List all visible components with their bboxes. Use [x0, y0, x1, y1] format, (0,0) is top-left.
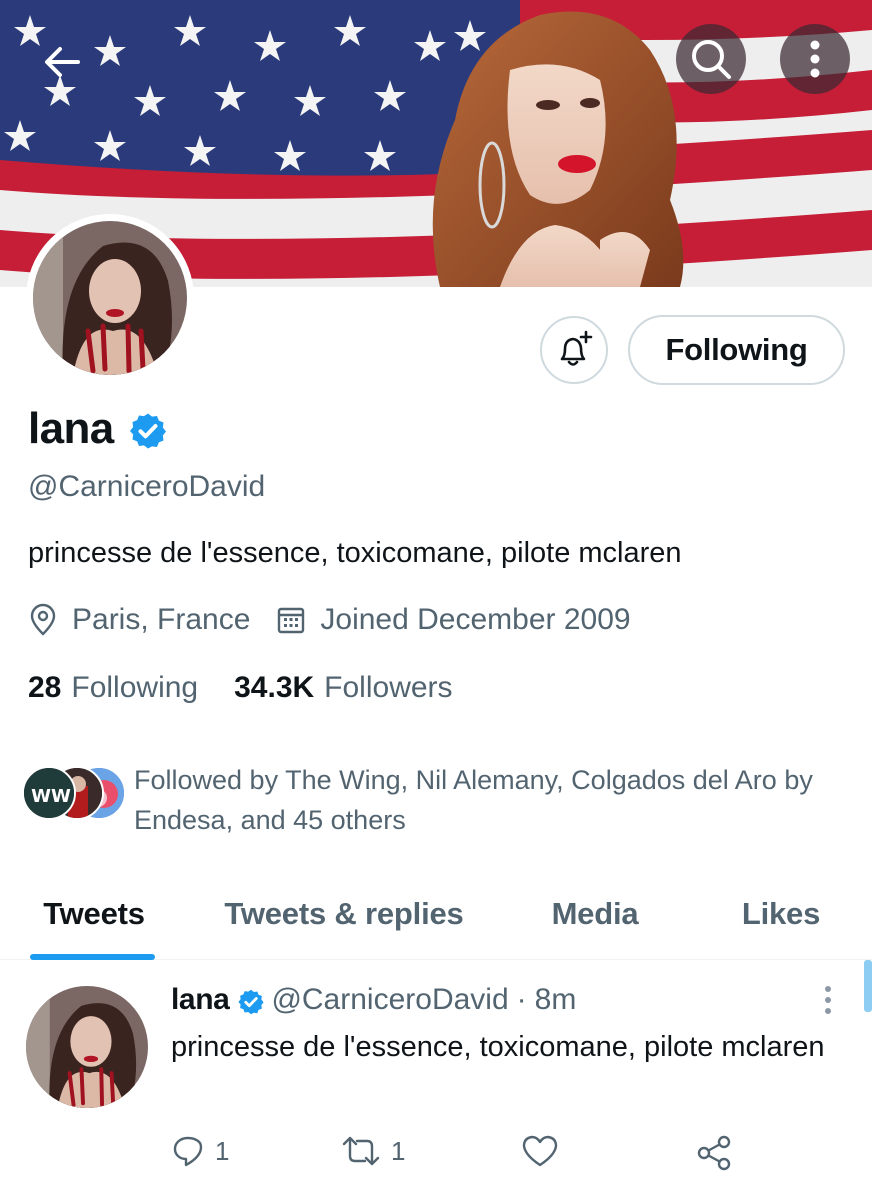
active-tab-indicator: [30, 954, 155, 960]
search-button[interactable]: [676, 24, 746, 94]
reply-icon: [173, 1136, 203, 1167]
retweet-button[interactable]: 1: [341, 1134, 405, 1168]
tab-label: Media: [551, 896, 639, 931]
tweet-text: princesse de l'essence, toxicomane, pilo…: [171, 1031, 825, 1063]
follow-counts: 28 Following 34.3K Followers: [28, 671, 453, 705]
tab-tweets-replies[interactable]: Tweets & replies: [188, 868, 500, 960]
followers-count-link[interactable]: 34.3K Followers: [234, 671, 452, 705]
arrow-left-icon: [45, 47, 80, 77]
profile-tabs: Tweets Tweets & replies Media Likes: [0, 868, 872, 960]
profile-bio: princesse de l'essence, toxicomane, pilo…: [28, 537, 682, 569]
avatar-image: [33, 221, 187, 375]
bell-plus-icon: [560, 330, 593, 366]
share-icon: [697, 1135, 731, 1171]
retweet-icon: [342, 1136, 380, 1166]
share-button[interactable]: [695, 1134, 733, 1172]
following-button[interactable]: Following: [628, 315, 845, 385]
avatar-image: [26, 986, 148, 1108]
more-vertical-icon: [825, 986, 831, 1014]
tab-label: Likes: [741, 896, 821, 931]
following-label: Following: [71, 671, 199, 704]
reply-count: 1: [215, 1135, 230, 1166]
tweet-author-handle[interactable]: @CarniceroDavid: [271, 983, 508, 1017]
tweet-separator: ·: [516, 983, 527, 1016]
followers-count: 34.3K: [234, 671, 315, 704]
tab-tweets[interactable]: Tweets: [0, 868, 188, 960]
location-text: Paris, France: [72, 603, 251, 636]
retweet-count: 1: [391, 1135, 406, 1166]
join-date-text: Joined December 2009: [320, 603, 631, 636]
tab-label: Tweets: [43, 896, 145, 931]
followers-label: Followers: [324, 671, 453, 704]
the-wing-logo-text: WW: [31, 786, 71, 807]
profile-handle: @CarniceroDavid: [28, 470, 266, 503]
location-pin-icon: [30, 603, 56, 636]
tweet-author-name[interactable]: lana: [171, 983, 230, 1017]
tweet-timestamp[interactable]: 8m: [535, 983, 577, 1017]
followed-by-text: Followed by The Wing, Nil Alemany, Colga…: [134, 765, 813, 835]
followed-by[interactable]: WW Followed by The Wing, Nil Alemany, Co…: [22, 760, 834, 840]
reply-button[interactable]: 1: [171, 1134, 229, 1168]
following-count-link[interactable]: 28 Following: [28, 671, 198, 705]
verified-badge-icon: [129, 413, 166, 449]
location: Paris, France: [28, 603, 250, 637]
tab-label: Tweets & replies: [224, 896, 464, 931]
verified-badge-icon: [238, 989, 265, 1015]
display-name-row: lana: [28, 404, 168, 454]
follower-avatar-1: WW: [22, 766, 76, 820]
following-count: 28: [28, 671, 62, 704]
profile-avatar[interactable]: [26, 214, 194, 382]
more-vertical-icon: [810, 40, 820, 78]
heart-icon: [522, 1135, 558, 1167]
tab-likes[interactable]: Likes: [690, 868, 872, 960]
more-options-button[interactable]: [780, 24, 850, 94]
join-date: Joined December 2009: [276, 603, 631, 637]
scrollbar-thumb[interactable]: [864, 960, 872, 1012]
tab-media[interactable]: Media: [500, 868, 690, 960]
display-name: lana: [28, 404, 114, 453]
notifications-button[interactable]: [540, 316, 608, 384]
tweet-author-avatar[interactable]: [26, 986, 148, 1108]
tweet-header: lana @CarniceroDavid · 8m: [171, 983, 576, 1017]
tweet-more-button[interactable]: [812, 984, 844, 1016]
back-button[interactable]: [28, 28, 96, 96]
search-icon: [692, 40, 731, 79]
followed-by-avatars: WW: [22, 760, 128, 820]
profile-meta: Paris, France Joined December 2009: [28, 603, 631, 637]
tweet-actions: 1 1: [171, 1134, 771, 1178]
calendar-icon: [278, 607, 305, 634]
like-button[interactable]: [521, 1134, 569, 1168]
